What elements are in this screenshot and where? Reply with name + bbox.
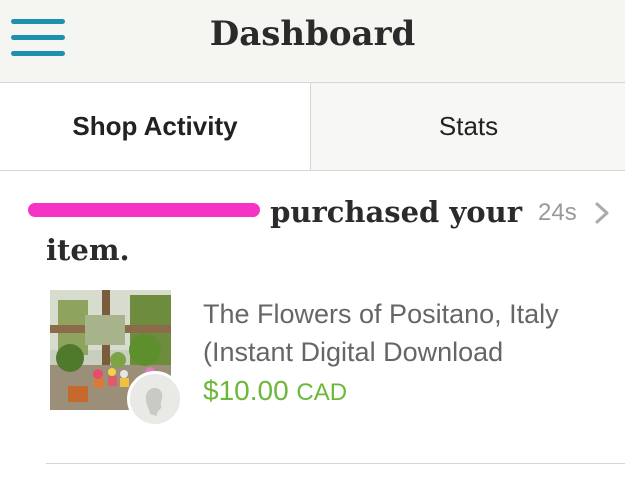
divider [46, 463, 625, 464]
buyer-avatar[interactable] [127, 371, 183, 427]
chevron-right-icon[interactable] [592, 201, 612, 225]
redacted-buyer-name [28, 203, 260, 217]
price-currency: CAD [296, 379, 348, 406]
activity-item[interactable]: purchased your item. 24s The Flowers of … [0, 171, 625, 486]
activity-time: 24s [538, 199, 577, 226]
activity-headline: purchased your item. [28, 193, 526, 269]
tab-stats[interactable]: Stats [310, 83, 625, 170]
page-title: Dashboard [209, 14, 416, 54]
app-header: Dashboard [0, 0, 625, 83]
tab-shop-activity[interactable]: Shop Activity [0, 83, 310, 170]
item-title[interactable]: The Flowers of Positano, Italy (Instant … [203, 295, 613, 371]
price-amount: $10.00 [203, 375, 289, 406]
tab-bar: Shop Activity Stats [0, 83, 625, 171]
item-price: $10.00 CAD [203, 375, 347, 407]
